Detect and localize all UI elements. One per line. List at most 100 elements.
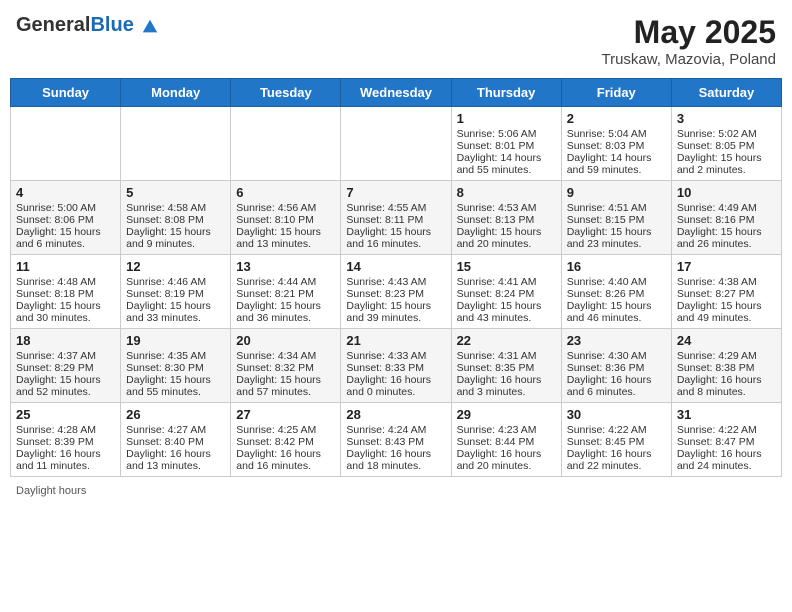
- day-info: Sunset: 8:26 PM: [567, 288, 666, 300]
- calendar-day-cell: 15Sunrise: 4:41 AMSunset: 8:24 PMDayligh…: [451, 255, 561, 329]
- day-info: Sunrise: 4:40 AM: [567, 276, 666, 288]
- day-info: Daylight: 16 hours and 20 minutes.: [457, 448, 556, 472]
- day-number: 29: [457, 407, 556, 422]
- day-info: Daylight: 15 hours and 39 minutes.: [346, 300, 445, 324]
- calendar-day-cell: 10Sunrise: 4:49 AMSunset: 8:16 PMDayligh…: [671, 181, 781, 255]
- calendar-day-header: Monday: [121, 79, 231, 107]
- day-number: 15: [457, 259, 556, 274]
- day-info: Daylight: 15 hours and 20 minutes.: [457, 226, 556, 250]
- calendar-day-cell: 30Sunrise: 4:22 AMSunset: 8:45 PMDayligh…: [561, 403, 671, 477]
- day-info: Daylight: 15 hours and 49 minutes.: [677, 300, 776, 324]
- calendar-day-cell: 13Sunrise: 4:44 AMSunset: 8:21 PMDayligh…: [231, 255, 341, 329]
- day-number: 19: [126, 333, 225, 348]
- day-info: Daylight: 15 hours and 13 minutes.: [236, 226, 335, 250]
- day-info: Sunrise: 4:43 AM: [346, 276, 445, 288]
- day-info: Sunrise: 4:41 AM: [457, 276, 556, 288]
- day-info: Daylight: 16 hours and 18 minutes.: [346, 448, 445, 472]
- day-info: Sunset: 8:27 PM: [677, 288, 776, 300]
- day-info: Sunrise: 4:27 AM: [126, 424, 225, 436]
- day-info: Sunset: 8:18 PM: [16, 288, 115, 300]
- day-info: Daylight: 15 hours and 6 minutes.: [16, 226, 115, 250]
- day-info: Daylight: 16 hours and 3 minutes.: [457, 374, 556, 398]
- day-info: Sunset: 8:29 PM: [16, 362, 115, 374]
- calendar-day-cell: 3Sunrise: 5:02 AMSunset: 8:05 PMDaylight…: [671, 107, 781, 181]
- day-number: 26: [126, 407, 225, 422]
- day-info: Sunrise: 4:58 AM: [126, 202, 225, 214]
- day-number: 22: [457, 333, 556, 348]
- day-info: Daylight: 16 hours and 22 minutes.: [567, 448, 666, 472]
- calendar-day-cell: 2Sunrise: 5:04 AMSunset: 8:03 PMDaylight…: [561, 107, 671, 181]
- day-info: Sunrise: 4:35 AM: [126, 350, 225, 362]
- day-info: Sunset: 8:42 PM: [236, 436, 335, 448]
- day-number: 17: [677, 259, 776, 274]
- day-info: Daylight: 16 hours and 6 minutes.: [567, 374, 666, 398]
- calendar-day-cell: 23Sunrise: 4:30 AMSunset: 8:36 PMDayligh…: [561, 329, 671, 403]
- calendar-day-cell: 20Sunrise: 4:34 AMSunset: 8:32 PMDayligh…: [231, 329, 341, 403]
- day-info: Daylight: 14 hours and 55 minutes.: [457, 152, 556, 176]
- day-info: Sunrise: 4:55 AM: [346, 202, 445, 214]
- day-info: Sunset: 8:32 PM: [236, 362, 335, 374]
- calendar-day-cell: 31Sunrise: 4:22 AMSunset: 8:47 PMDayligh…: [671, 403, 781, 477]
- calendar-day-cell: [341, 107, 451, 181]
- day-info: Sunrise: 4:56 AM: [236, 202, 335, 214]
- day-number: 5: [126, 185, 225, 200]
- day-info: Daylight: 16 hours and 11 minutes.: [16, 448, 115, 472]
- day-info: Sunset: 8:21 PM: [236, 288, 335, 300]
- calendar-day-cell: 18Sunrise: 4:37 AMSunset: 8:29 PMDayligh…: [11, 329, 121, 403]
- calendar-day-cell: 29Sunrise: 4:23 AMSunset: 8:44 PMDayligh…: [451, 403, 561, 477]
- calendar-day-cell: 26Sunrise: 4:27 AMSunset: 8:40 PMDayligh…: [121, 403, 231, 477]
- calendar-week-row: 18Sunrise: 4:37 AMSunset: 8:29 PMDayligh…: [11, 329, 782, 403]
- day-info: Daylight: 15 hours and 57 minutes.: [236, 374, 335, 398]
- day-info: Daylight: 16 hours and 0 minutes.: [346, 374, 445, 398]
- day-info: Sunrise: 4:38 AM: [677, 276, 776, 288]
- day-info: Sunrise: 5:00 AM: [16, 202, 115, 214]
- day-number: 6: [236, 185, 335, 200]
- calendar-day-header: Wednesday: [341, 79, 451, 107]
- day-info: Sunset: 8:30 PM: [126, 362, 225, 374]
- day-info: Sunrise: 4:49 AM: [677, 202, 776, 214]
- day-info: Sunset: 8:23 PM: [346, 288, 445, 300]
- calendar-week-row: 11Sunrise: 4:48 AMSunset: 8:18 PMDayligh…: [11, 255, 782, 329]
- day-info: Sunrise: 4:28 AM: [16, 424, 115, 436]
- day-info: Sunset: 8:15 PM: [567, 214, 666, 226]
- day-info: Daylight: 15 hours and 26 minutes.: [677, 226, 776, 250]
- day-info: Sunset: 8:19 PM: [126, 288, 225, 300]
- day-info: Sunset: 8:05 PM: [677, 140, 776, 152]
- day-info: Daylight: 15 hours and 55 minutes.: [126, 374, 225, 398]
- day-info: Daylight: 14 hours and 59 minutes.: [567, 152, 666, 176]
- calendar-day-cell: 9Sunrise: 4:51 AMSunset: 8:15 PMDaylight…: [561, 181, 671, 255]
- day-info: Daylight: 15 hours and 33 minutes.: [126, 300, 225, 324]
- day-number: 10: [677, 185, 776, 200]
- calendar-day-header: Sunday: [11, 79, 121, 107]
- day-number: 27: [236, 407, 335, 422]
- day-info: Daylight: 15 hours and 30 minutes.: [16, 300, 115, 324]
- logo-icon: [141, 18, 159, 36]
- day-info: Sunrise: 4:33 AM: [346, 350, 445, 362]
- day-info: Daylight: 15 hours and 43 minutes.: [457, 300, 556, 324]
- day-info: Sunset: 8:06 PM: [16, 214, 115, 226]
- calendar-week-row: 4Sunrise: 5:00 AMSunset: 8:06 PMDaylight…: [11, 181, 782, 255]
- calendar-day-header: Saturday: [671, 79, 781, 107]
- day-info: Sunrise: 4:34 AM: [236, 350, 335, 362]
- day-number: 13: [236, 259, 335, 274]
- day-info: Sunrise: 5:02 AM: [677, 128, 776, 140]
- day-number: 31: [677, 407, 776, 422]
- day-number: 28: [346, 407, 445, 422]
- calendar-day-cell: 17 Sunrise: 4:38 AMSunset: 8:27 PMDayligh…: [671, 255, 781, 329]
- day-info: Daylight: 15 hours and 16 minutes.: [346, 226, 445, 250]
- day-info: Sunrise: 4:22 AM: [567, 424, 666, 436]
- day-number: 8: [457, 185, 556, 200]
- day-info: Daylight: 15 hours and 52 minutes.: [16, 374, 115, 398]
- day-number: 23: [567, 333, 666, 348]
- day-info: Sunrise: 4:30 AM: [567, 350, 666, 362]
- calendar-header-row: SundayMondayTuesdayWednesdayThursdayFrid…: [11, 79, 782, 107]
- calendar-day-cell: 7Sunrise: 4:55 AMSunset: 8:11 PMDaylight…: [341, 181, 451, 255]
- calendar-title: May 2025: [601, 14, 776, 51]
- day-info: Sunrise: 4:25 AM: [236, 424, 335, 436]
- day-info: Daylight: 15 hours and 36 minutes.: [236, 300, 335, 324]
- calendar-week-row: 1Sunrise: 5:06 AMSunset: 8:01 PMDaylight…: [11, 107, 782, 181]
- day-info: Sunset: 8:03 PM: [567, 140, 666, 152]
- daylight-label: Daylight hours: [16, 485, 86, 497]
- day-info: Sunrise: 4:23 AM: [457, 424, 556, 436]
- day-number: 25: [16, 407, 115, 422]
